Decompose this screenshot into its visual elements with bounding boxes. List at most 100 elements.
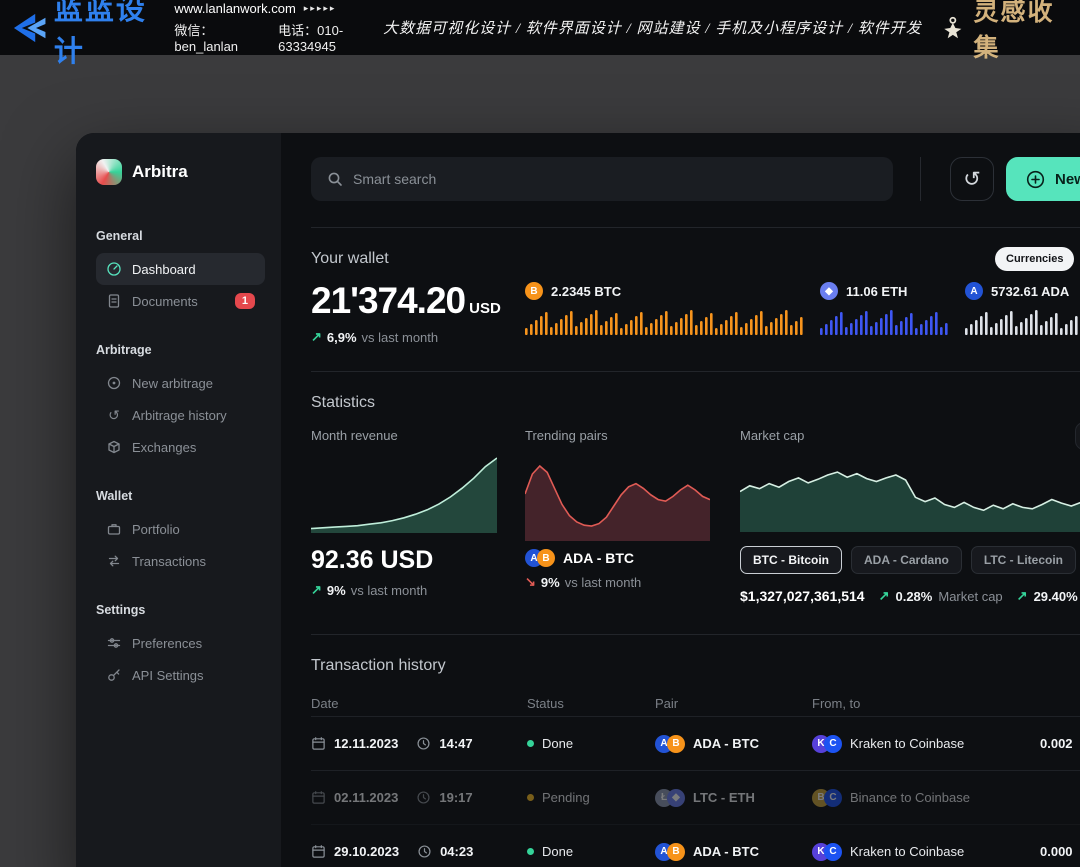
month-revenue-value: 92.36 USD — [311, 546, 497, 575]
section-divider — [311, 227, 1080, 228]
table-row[interactable]: 02.11.2023 19:17 Pending Ł◆LTC - ETH BCB… — [311, 771, 1080, 825]
tab-ltc-litecoin[interactable]: LTC - Litecoin — [971, 546, 1076, 574]
new-arbitrage-button[interactable]: New a — [1006, 157, 1080, 201]
eth-coin-icon: ◆ — [820, 282, 838, 300]
wallet-change-value: 6,9% — [327, 330, 357, 345]
toggle-currencies[interactable]: Currencies — [995, 247, 1074, 271]
tx-date: 02.11.2023 — [334, 790, 398, 805]
section-divider — [311, 371, 1080, 372]
app-logo[interactable]: Arbitra — [96, 159, 265, 185]
tab-ada-cardano[interactable]: ADA - Cardano — [851, 546, 962, 574]
wallet-total-currency: USD — [469, 300, 501, 317]
col-pair: Pair — [655, 696, 812, 711]
calendar-icon — [311, 736, 326, 751]
history-restore-icon: ↺ — [963, 167, 981, 192]
sidebar-item-label: Exchanges — [132, 440, 196, 455]
btc-bars-sparkline — [525, 309, 820, 335]
target-icon — [106, 375, 122, 391]
swap-arrows-icon — [106, 553, 122, 569]
banner-collect-label: 灵感收集 — [974, 0, 1067, 64]
status-dot — [527, 740, 534, 747]
document-icon — [106, 293, 122, 309]
btc-coin-icon: B — [667, 735, 685, 753]
search-bar[interactable] — [311, 157, 893, 201]
sidebar-section-arbitrage: Arbitrage New arbitrage ↺ Arbitrage hist… — [96, 343, 265, 463]
search-input[interactable] — [353, 171, 877, 187]
sidebar-item-label: Transactions — [132, 554, 206, 569]
btc-coin-icon: B — [525, 282, 543, 300]
lanlan-logo-icon — [10, 9, 48, 47]
calendar-icon — [311, 844, 326, 859]
tx-time: 04:23 — [440, 844, 473, 859]
market-cap-tabs: BTC - Bitcoin ADA - Cardano LTC - Liteco… — [740, 546, 1080, 574]
gauge-icon — [106, 261, 122, 277]
wallet-total-value: 21'374.20 — [311, 280, 465, 321]
coinbase-icon: C — [824, 789, 842, 807]
table-row[interactable]: 12.11.2023 14:47 Done ABADA - BTC KCKrak… — [311, 717, 1080, 771]
sidebar-item-label: API Settings — [132, 668, 204, 683]
section-divider — [311, 634, 1080, 635]
banner-services: 大数据可视化设计 / 软件界面设计 / 网站建设 / 手机及小程序设计 / 软件… — [383, 17, 922, 38]
sidebar-item-preferences[interactable]: Preferences — [96, 627, 265, 659]
sidebar-item-label: Portfolio — [132, 522, 180, 537]
sidebar-section-label: Settings — [96, 603, 265, 617]
status-badge: Pending — [542, 790, 590, 805]
promo-banner: 蓝蓝设计 www.lanlanwork.com ▸▸▸▸▸ 微信：ben_lan… — [0, 0, 1080, 55]
tab-btc-bitcoin[interactable]: BTC - Bitcoin — [740, 546, 842, 574]
sidebar-section-settings: Settings Preferences API Settings — [96, 603, 265, 691]
sidebar-item-label: Dashboard — [132, 262, 196, 277]
clock-icon — [416, 790, 431, 805]
banner-contact: www.lanlanwork.com ▸▸▸▸▸ 微信：ben_lanlan 电… — [174, 1, 383, 54]
trending-pairs-label: Trending pairs — [525, 428, 710, 443]
topbar-divider — [920, 157, 921, 201]
month-revenue-card: Month revenue 92.36 USD ↗ 9% vs last mon… — [311, 428, 497, 604]
status-badge: Done — [542, 844, 573, 859]
tx-from-to: Kraken to Coinbase — [850, 844, 964, 859]
banner-brand: 蓝蓝设计 — [10, 0, 160, 70]
sidebar-item-documents[interactable]: Documents 1 — [96, 285, 265, 317]
sidebar-item-portfolio[interactable]: Portfolio — [96, 513, 265, 545]
wallet-title: Your wallet — [311, 250, 1080, 268]
arrow-up-icon: ↗ — [879, 588, 890, 604]
tx-pair: ADA - BTC — [693, 844, 759, 859]
sidebar-item-arbitrage-history[interactable]: ↺ Arbitrage history — [96, 399, 265, 431]
sidebar-item-new-arbitrage[interactable]: New arbitrage — [96, 367, 265, 399]
sidebar-item-api-settings[interactable]: API Settings — [96, 659, 265, 691]
trending-pairs-chart — [525, 453, 710, 533]
sidebar-item-transactions[interactable]: Transactions — [96, 545, 265, 577]
wallet-coin-eth: ◆ 11.06 ETH — [820, 282, 965, 345]
box-icon — [106, 439, 122, 455]
history-icon: ↺ — [106, 407, 122, 423]
banner-phone: 电话：010-63334945 — [278, 20, 383, 54]
transaction-history-title: Transaction history — [311, 657, 1080, 675]
month-revenue-change: ↗ 9% vs last month — [311, 582, 497, 598]
tx-amount: 0.000 — [1040, 844, 1080, 859]
sliders-icon — [106, 635, 122, 651]
market-cap-stats: $1,327,027,361,514 ↗ 0.28% Market cap ↗ … — [740, 588, 1080, 604]
tx-from-to: Kraken to Coinbase — [850, 736, 964, 751]
sidebar-item-exchanges[interactable]: Exchanges — [96, 431, 265, 463]
clock-icon — [416, 736, 431, 751]
briefcase-icon — [106, 521, 122, 537]
banner-wechat: 微信：ben_lanlan — [174, 20, 262, 54]
banner-collect-link[interactable]: 灵感收集 — [940, 0, 1066, 64]
sidebar-item-label: Documents — [132, 294, 198, 309]
sidebar-item-label: New arbitrage — [132, 376, 213, 391]
table-row[interactable]: 29.10.2023 04:23 Done ABADA - BTC KCKrak… — [311, 825, 1080, 867]
banner-url[interactable]: www.lanlanwork.com — [174, 1, 295, 16]
status-dot — [527, 794, 534, 801]
documents-badge: 1 — [235, 293, 255, 309]
history-button[interactable]: ↺ — [950, 157, 994, 201]
sidebar-section-label: Wallet — [96, 489, 265, 503]
transaction-history-section: Transaction history Date Status Pair Fro… — [311, 657, 1080, 867]
month-revenue-chart — [311, 453, 497, 533]
coinbase-icon: C — [824, 735, 842, 753]
tx-pair: LTC - ETH — [693, 790, 755, 805]
btc-coin-icon: B — [667, 843, 685, 861]
btc-amount: 2.2345 BTC — [551, 284, 621, 299]
market-cap-value: $1,327,027,361,514 — [740, 588, 865, 604]
tx-date: 12.11.2023 — [334, 736, 398, 751]
sidebar-item-dashboard[interactable]: Dashboard — [96, 253, 265, 285]
eth-amount: 11.06 ETH — [846, 284, 907, 299]
app-logo-label: Arbitra — [132, 162, 188, 182]
